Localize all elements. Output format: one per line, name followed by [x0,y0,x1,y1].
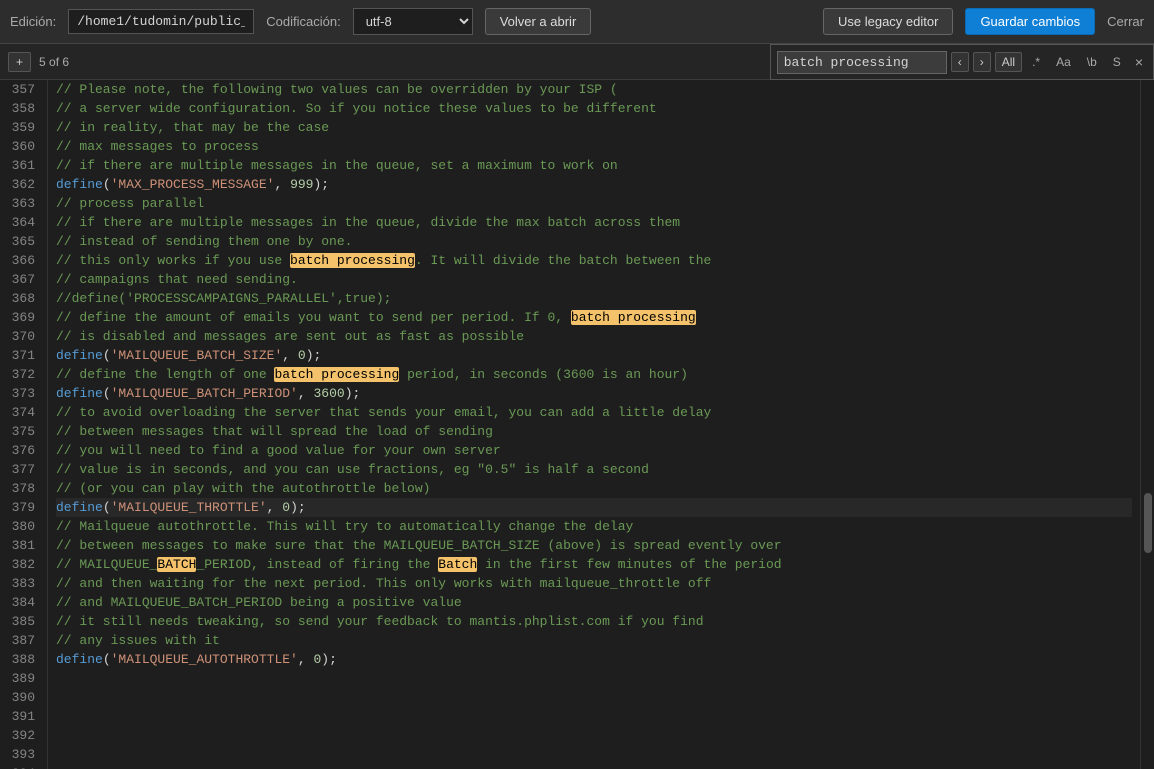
search-word-button[interactable]: \b [1081,52,1103,72]
code-line: define('MAILQUEUE_BATCH_SIZE', 0); [56,346,1132,365]
code-line: // between messages to make sure that th… [56,536,1132,555]
code-line: // (or you can play with the autothrottl… [56,479,1132,498]
find-bar-controls: + 5 of 6 [8,52,73,72]
code-line: // Please note, the following two values… [56,80,1132,99]
search-next-button[interactable]: › [973,52,991,72]
code-line: // and then waiting for the next period.… [56,574,1132,593]
search-box: ‹ › All .* Aa \b S × [770,44,1154,80]
search-case-button[interactable]: Aa [1050,52,1077,72]
encoding-select[interactable]: utf-8 iso-8859-1 ascii [353,8,473,35]
code-line: // in reality, that may be the case [56,118,1132,137]
edition-label: Edición: [10,14,56,29]
scrollbar-thumb[interactable] [1144,493,1152,553]
code-line: // is disabled and messages are sent out… [56,327,1132,346]
search-regex-button[interactable]: .* [1026,52,1046,72]
editor-container: 3573583593603613623633643653663673683693… [0,80,1154,769]
code-line: // MAILQUEUE_BATCH_PERIOD, instead of fi… [56,555,1132,574]
code-line: // a server wide configuration. So if yo… [56,99,1132,118]
path-input[interactable] [68,9,254,34]
line-numbers: 3573583593603613623633643653663673683693… [0,80,48,769]
code-line: // Mailqueue autothrottle. This will try… [56,517,1132,536]
code-area[interactable]: // Please note, the following two values… [48,80,1140,769]
code-line: // you will need to find a good value fo… [56,441,1132,460]
code-line: define('MAILQUEUE_AUTOTHROTTLE', 0); [56,650,1132,669]
code-line: // value is in seconds, and you can use … [56,460,1132,479]
code-line: // campaigns that need sending. [56,270,1132,289]
search-close-button[interactable]: × [1131,52,1147,72]
code-line: // instead of sending them one by one. [56,232,1132,251]
search-select-button[interactable]: S [1107,52,1127,72]
code-line: // if there are multiple messages in the… [56,213,1132,232]
code-line: // process parallel [56,194,1132,213]
reopen-button[interactable]: Volver a abrir [485,8,592,35]
find-add-button[interactable]: + [8,52,31,72]
code-line: // and MAILQUEUE_BATCH_PERIOD being a po… [56,593,1132,612]
save-button[interactable]: Guardar cambios [965,8,1095,35]
code-line: // between messages that will spread the… [56,422,1132,441]
code-line: // it still needs tweaking, so send your… [56,612,1132,631]
code-line: // this only works if you use batch proc… [56,251,1132,270]
code-line: // define the amount of emails you want … [56,308,1132,327]
code-line: // define the length of one batch proces… [56,365,1132,384]
scrollbar-track[interactable] [1140,80,1154,769]
search-input[interactable] [777,51,947,74]
toolbar: Edición: Codificación: utf-8 iso-8859-1 … [0,0,1154,44]
code-line: // if there are multiple messages in the… [56,156,1132,175]
codification-label: Codificación: [266,14,340,29]
code-line: // any issues with it [56,631,1132,650]
code-line: define('MAILQUEUE_BATCH_PERIOD', 3600); [56,384,1132,403]
code-line: // max messages to process [56,137,1132,156]
legacy-editor-button[interactable]: Use legacy editor [823,8,953,35]
code-line: define('MAILQUEUE_THROTTLE', 0); [56,498,1132,517]
find-match-count: 5 of 6 [39,55,69,69]
code-line: define('MAX_PROCESS_MESSAGE', 999); [56,175,1132,194]
find-bar: + 5 of 6 ‹ › All .* Aa \b S × [0,44,1154,80]
search-all-button[interactable]: All [995,52,1022,72]
close-button[interactable]: Cerrar [1107,14,1144,29]
search-prev-button[interactable]: ‹ [951,52,969,72]
code-line: // to avoid overloading the server that … [56,403,1132,422]
code-line: //define('PROCESSCAMPAIGNS_PARALLEL',tru… [56,289,1132,308]
